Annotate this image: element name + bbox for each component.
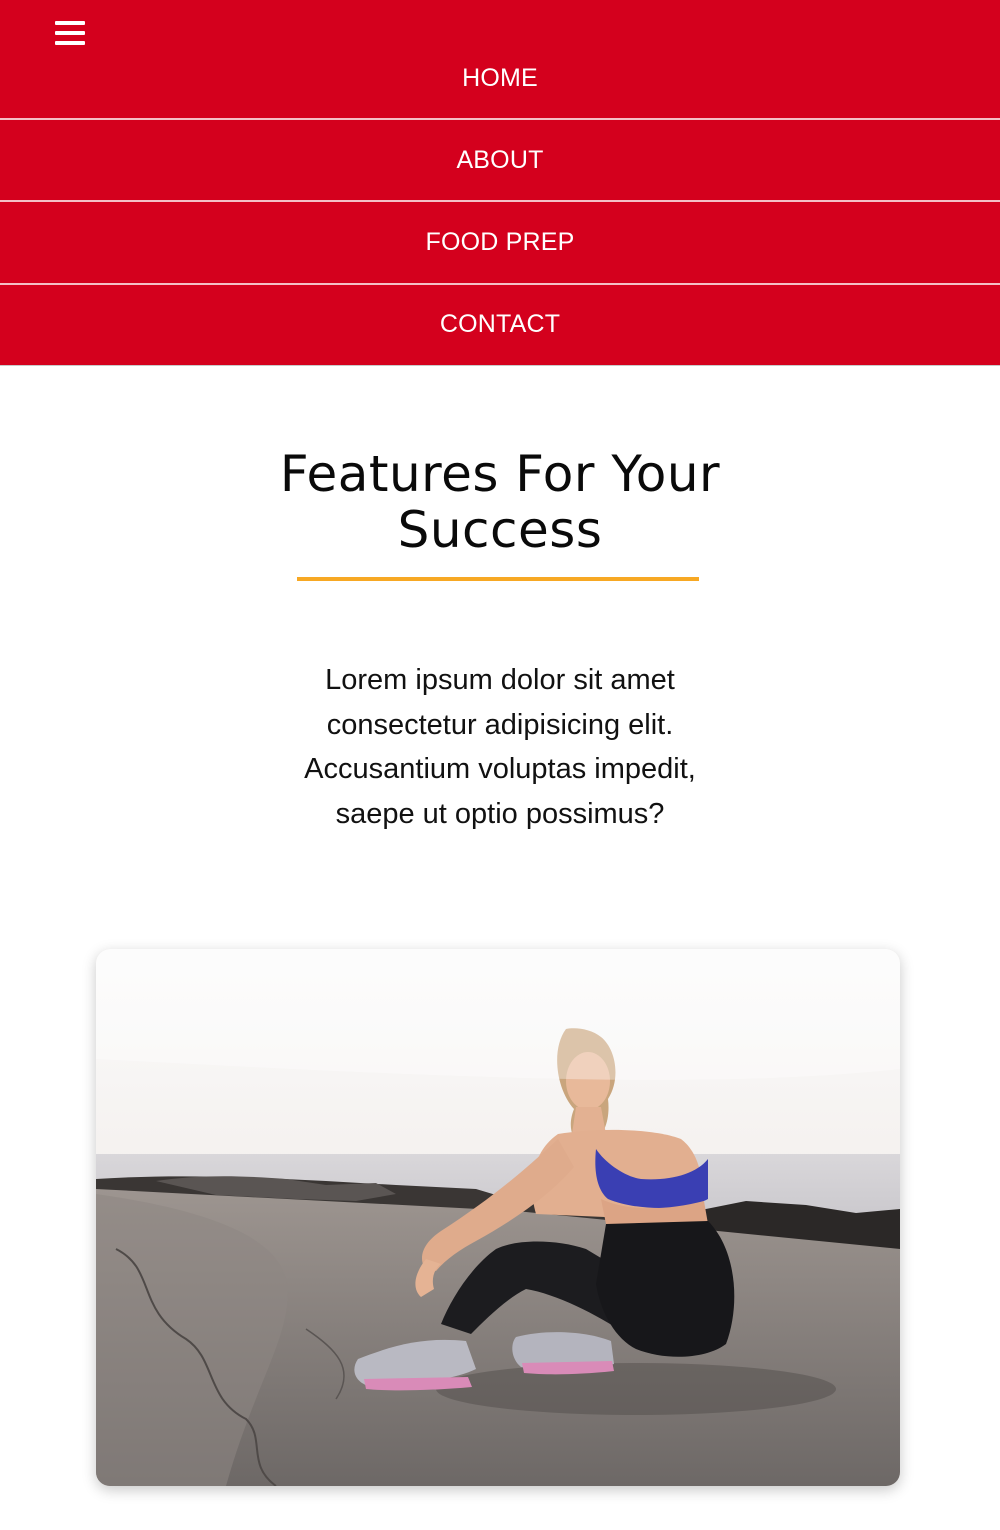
athlete-photo	[96, 949, 900, 1486]
nav-item-home[interactable]: HOME	[0, 37, 1000, 119]
heading-underline	[297, 577, 699, 581]
hamburger-line	[55, 31, 85, 35]
main-navbar: HOME ABOUT FOOD PREP CONTACT	[0, 0, 1000, 366]
features-description: Lorem ipsum dolor sit amet consectetur a…	[304, 664, 696, 830]
hero-image-card	[96, 949, 900, 1486]
features-heading: Features For Your Success	[279, 445, 721, 559]
hamburger-line	[55, 21, 85, 25]
nav-item-food-prep[interactable]: FOOD PREP	[0, 201, 1000, 283]
nav-item-about[interactable]: ABOUT	[0, 119, 1000, 201]
nav-item-contact[interactable]: CONTACT	[0, 283, 1000, 365]
